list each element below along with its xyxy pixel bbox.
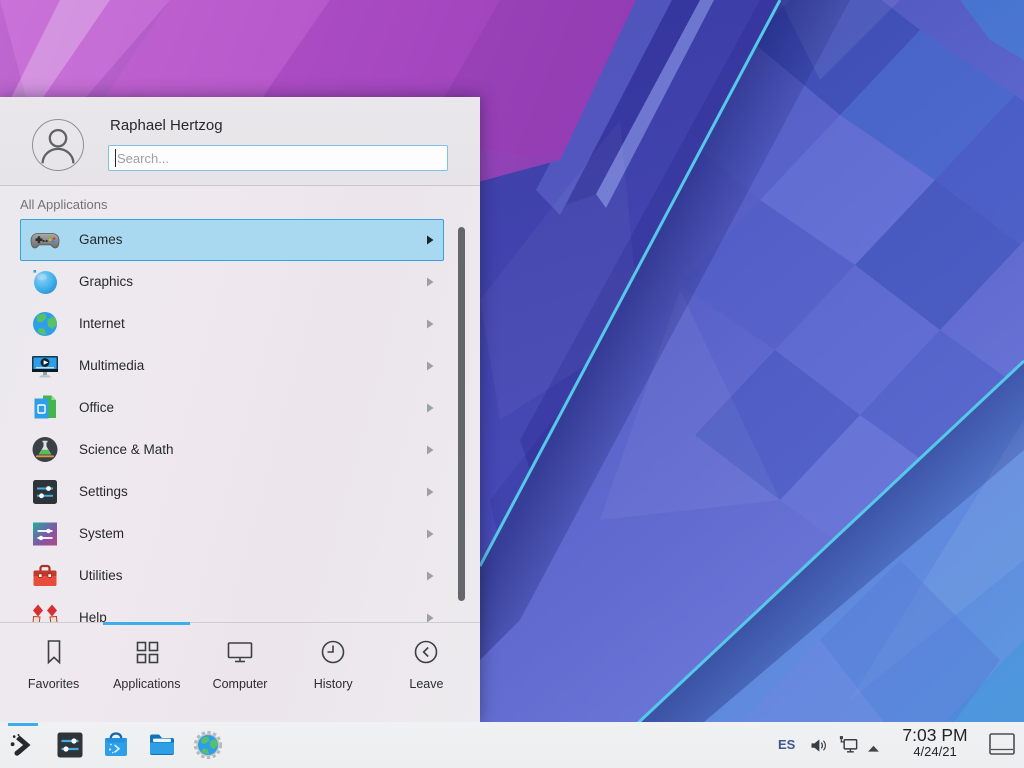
category-internet[interactable]: Internet xyxy=(20,303,444,345)
submenu-arrow-icon xyxy=(426,487,434,497)
category-system[interactable]: System xyxy=(20,513,444,555)
toolbox-icon xyxy=(29,560,61,592)
submenu-arrow-icon xyxy=(426,445,434,455)
keyboard-layout-indicator[interactable]: ES xyxy=(778,737,795,752)
category-label: Multimedia xyxy=(79,358,144,373)
tab-label: Applications xyxy=(100,677,193,691)
avatar[interactable] xyxy=(32,119,84,171)
launcher-header: Raphael Hertzog xyxy=(0,97,480,185)
submenu-arrow-icon xyxy=(426,277,434,287)
tab-label: History xyxy=(287,677,380,691)
submenu-arrow-icon xyxy=(426,529,434,539)
category-graphics[interactable]: Graphics xyxy=(20,261,444,303)
taskbar: ES 7:03 PM 4/24/21 xyxy=(0,722,1024,768)
file-manager-icon[interactable] xyxy=(146,729,178,761)
kde-launcher-icon[interactable] xyxy=(8,729,40,761)
grid-icon xyxy=(132,637,162,667)
category-label: Settings xyxy=(79,484,128,499)
volume-icon[interactable] xyxy=(808,735,829,761)
category-utilities[interactable]: Utilities xyxy=(20,555,444,597)
discover-icon[interactable] xyxy=(100,729,132,761)
launcher-active-indicator xyxy=(8,723,38,726)
tab-computer[interactable]: Computer xyxy=(193,631,286,709)
system-settings-icon[interactable] xyxy=(54,729,86,761)
category-label: Help xyxy=(79,610,107,622)
globe-icon xyxy=(29,308,61,340)
expand-tray-icon[interactable] xyxy=(866,740,881,758)
application-launcher-menu: Raphael Hertzog All Applications xyxy=(0,97,480,722)
tab-label: Computer xyxy=(193,677,286,691)
divider xyxy=(0,622,480,623)
desktop: Raphael Hertzog All Applications xyxy=(0,0,1024,768)
user-name: Raphael Hertzog xyxy=(110,117,223,134)
category-label: Internet xyxy=(79,316,125,331)
history-clock-icon xyxy=(318,637,348,667)
wired-network-icon[interactable] xyxy=(837,734,860,762)
tab-history[interactable]: History xyxy=(287,631,380,709)
category-help[interactable]: Help xyxy=(20,597,444,622)
launcher-tabbar: Favorites Applications C xyxy=(7,631,473,709)
category-label: Games xyxy=(79,232,123,247)
help-icon xyxy=(29,602,61,622)
scrollbar[interactable] xyxy=(458,227,465,601)
tab-label: Leave xyxy=(380,677,473,691)
user-icon xyxy=(33,120,83,170)
category-multimedia[interactable]: Multimedia xyxy=(20,345,444,387)
search-field[interactable] xyxy=(109,146,447,170)
flask-icon xyxy=(29,434,61,466)
clock-time: 7:03 PM xyxy=(890,725,980,745)
web-browser-icon[interactable] xyxy=(192,729,224,761)
submenu-arrow-icon xyxy=(426,235,434,245)
show-desktop-button[interactable] xyxy=(988,732,1016,761)
category-science-math[interactable]: Science & Math xyxy=(20,429,444,471)
clock-date: 4/24/21 xyxy=(890,745,980,760)
submenu-arrow-icon xyxy=(426,613,434,622)
tab-favorites[interactable]: Favorites xyxy=(7,631,100,709)
documents-icon xyxy=(29,392,61,424)
category-label: System xyxy=(79,526,124,541)
sliders-dark-icon xyxy=(29,476,61,508)
gamepad-icon xyxy=(29,224,61,256)
category-label: Utilities xyxy=(79,568,123,583)
divider xyxy=(0,185,480,186)
category-office[interactable]: Office xyxy=(20,387,444,429)
submenu-arrow-icon xyxy=(426,403,434,413)
section-label: All Applications xyxy=(20,197,107,212)
graphics-ball-icon xyxy=(29,266,61,298)
active-tab-indicator xyxy=(103,622,190,625)
sliders-gradient-icon xyxy=(29,518,61,550)
submenu-arrow-icon xyxy=(426,571,434,581)
submenu-arrow-icon xyxy=(426,319,434,329)
category-label: Office xyxy=(79,400,114,415)
search-input[interactable] xyxy=(108,145,448,171)
tab-leave[interactable]: Leave xyxy=(380,631,473,709)
category-label: Graphics xyxy=(79,274,133,289)
tab-applications[interactable]: Applications xyxy=(100,631,193,709)
monitor-play-icon xyxy=(29,350,61,382)
category-settings[interactable]: Settings xyxy=(20,471,444,513)
category-label: Science & Math xyxy=(79,442,174,457)
category-games[interactable]: Games xyxy=(20,219,444,261)
tab-label: Favorites xyxy=(7,677,100,691)
computer-icon xyxy=(225,637,255,667)
category-list: Games Graphics xyxy=(0,214,480,622)
leave-icon xyxy=(411,637,441,667)
digital-clock[interactable]: 7:03 PM 4/24/21 xyxy=(890,725,980,760)
bookmark-icon xyxy=(39,637,69,667)
text-caret xyxy=(115,149,116,167)
submenu-arrow-icon xyxy=(426,361,434,371)
